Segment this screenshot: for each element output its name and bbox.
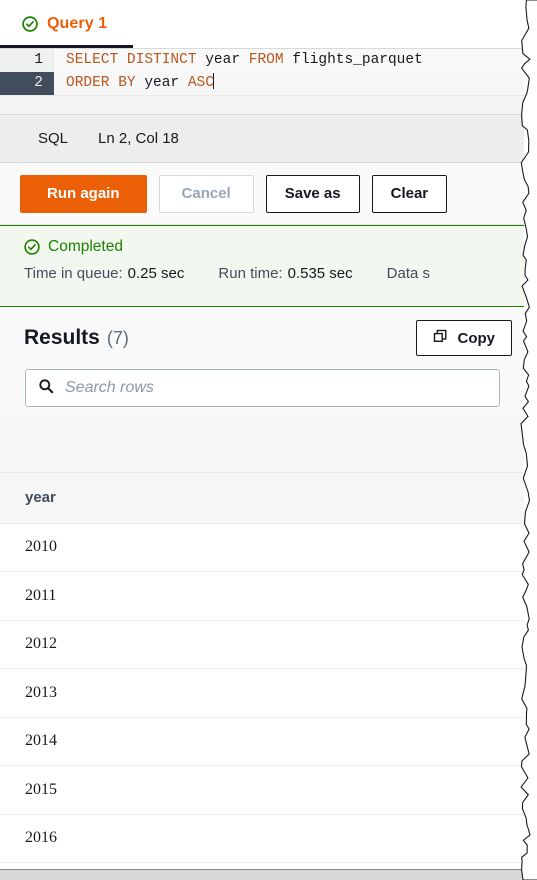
code-text[interactable]: ORDER BY year ASC: [54, 72, 524, 95]
run-time-stat: Run time: 0.535 sec: [218, 265, 352, 282]
cell-year: 2014: [0, 717, 524, 766]
screenshot-page: Query 1 1 SELECT DISTINCT year FROM flig…: [0, 0, 537, 880]
time-in-queue-stat: Time in queue: 0.25 sec: [24, 265, 184, 282]
table-header-row: year: [0, 473, 524, 524]
time-in-queue-value: 0.25 sec: [127, 265, 185, 282]
sql-keyword: ORDER BY: [66, 75, 145, 91]
results-count: (7): [106, 327, 129, 348]
search-placeholder: Search rows: [65, 379, 154, 396]
copy-button[interactable]: Copy: [415, 320, 512, 356]
cell-year: 2016: [0, 814, 524, 863]
query-editor-panel: Query 1 1 SELECT DISTINCT year FROM flig…: [0, 0, 524, 880]
column-header-year[interactable]: year: [0, 473, 524, 524]
sql-keyword: ASC: [187, 75, 214, 91]
cancel-button: Cancel: [158, 174, 254, 213]
sql-code-editor[interactable]: 1 SELECT DISTINCT year FROM flights_parq…: [0, 49, 524, 115]
tab-query-1[interactable]: Query 1: [0, 0, 125, 47]
table-row[interactable]: 2011: [0, 571, 524, 621]
sql-keyword: SELECT DISTINCT: [66, 52, 206, 68]
results-table: year 2010 2011 2012 2013 2014 2015 2016: [0, 473, 524, 863]
editor-language: SQL: [38, 130, 69, 147]
status-text: Completed: [48, 238, 123, 255]
query-tab-bar: Query 1: [0, 0, 524, 49]
sql-identifier: flights_parquet: [292, 52, 423, 68]
code-text[interactable]: SELECT DISTINCT year FROM flights_parque…: [54, 49, 524, 72]
sql-identifier: year: [205, 52, 249, 68]
results-search-row: Search rows: [0, 369, 524, 415]
line-number: 2: [0, 72, 54, 95]
page-title: Results: [24, 326, 100, 349]
clear-button[interactable]: Clear: [371, 174, 448, 213]
results-table-body: 2010 2011 2012 2013 2014 2015 2016: [0, 523, 524, 863]
cell-year: 2012: [0, 620, 524, 669]
editor-empty-area[interactable]: [0, 95, 524, 110]
tab-active-indicator: [0, 45, 133, 48]
search-input[interactable]: Search rows: [25, 369, 500, 407]
table-row[interactable]: 2014: [0, 717, 524, 766]
table-row[interactable]: 2013: [0, 668, 524, 718]
check-circle-icon: [24, 239, 40, 255]
status-badge: Completed: [24, 238, 524, 256]
code-line-active[interactable]: 2 ORDER BY year ASC: [0, 72, 524, 95]
query-statistics: Time in queue: 0.25 sec Run time: 0.535 se…: [24, 265, 524, 282]
cell-year: 2011: [0, 571, 524, 621]
results-header: Results (7) Copy: [0, 307, 524, 369]
query-actions-toolbar: Run again Cancel Save as Clear: [0, 163, 524, 225]
table-row[interactable]: 2016: [0, 814, 524, 863]
search-icon: [38, 378, 54, 399]
code-line[interactable]: 1 SELECT DISTINCT year FROM flights_parq…: [0, 49, 524, 72]
results-section: Results (7) Copy Search rows year 2010 2…: [0, 307, 524, 863]
copy-icon: [433, 329, 448, 348]
editor-status-bar: SQL Ln 2, Col 18: [0, 115, 524, 163]
check-circle-icon: [22, 15, 38, 32]
bottom-scroll-rail[interactable]: [0, 869, 524, 880]
tab-label: Query 1: [47, 14, 108, 32]
run-time-value: 0.535 sec: [287, 265, 353, 282]
line-number: 1: [0, 49, 54, 72]
sql-identifier: year: [144, 75, 188, 91]
cell-year: 2010: [0, 523, 524, 572]
table-row[interactable]: 2010: [0, 523, 524, 572]
save-as-button[interactable]: Save as: [265, 174, 360, 213]
results-toolbar-spacer: [0, 415, 524, 473]
sql-keyword: FROM: [248, 52, 293, 68]
results-table-head: year: [0, 473, 524, 524]
copy-label: Copy: [457, 329, 496, 347]
text-caret: [212, 73, 214, 89]
cell-year: 2013: [0, 668, 524, 718]
data-scanned-label: Data s: [386, 265, 430, 282]
run-time-label: Run time:: [218, 265, 283, 282]
time-in-queue-label: Time in queue:: [24, 265, 123, 282]
run-again-button[interactable]: Run again: [20, 174, 147, 213]
cell-year: 2015: [0, 765, 524, 815]
table-row[interactable]: 2012: [0, 620, 524, 669]
table-row[interactable]: 2015: [0, 765, 524, 815]
query-status-banner: Completed Time in queue: 0.25 sec Run tim…: [0, 225, 524, 307]
cursor-position: Ln 2, Col 18: [98, 130, 179, 147]
